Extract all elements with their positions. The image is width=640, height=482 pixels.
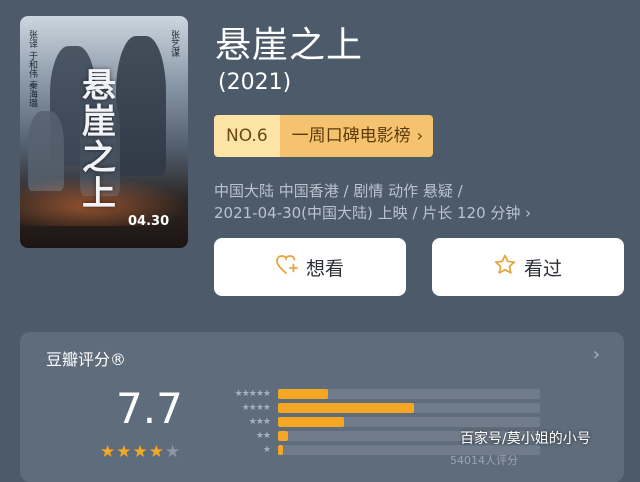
chevron-right-icon[interactable]: › (593, 344, 600, 365)
rank-number: NO.6 (214, 115, 280, 157)
star-empty-icon: ★ (165, 442, 182, 462)
ranking-badge[interactable]: NO.6 一周口碑电影榜 › (214, 115, 434, 157)
poster-release-date: 04.30 (128, 214, 170, 229)
watched-label: 看过 (523, 257, 562, 280)
rank-list-link[interactable]: 一周口碑电影榜 › (279, 115, 434, 157)
poster-cast-right: 张艺谋 (169, 30, 179, 57)
three-star-bar (278, 417, 540, 427)
movie-year: (2021) (218, 70, 292, 95)
movie-meta-info[interactable]: 中国大陆 中国香港 / 剧情 动作 悬疑 / 2021-04-30(中国大陆) … (214, 180, 531, 224)
movie-title: 悬崖之上 (215, 25, 364, 66)
star-filled-icon: ★ (132, 442, 149, 462)
heart-plus-icon (276, 254, 298, 280)
rating-count: 54014人评分 (450, 454, 518, 467)
star-filled-icon: ★ (148, 442, 165, 462)
want-to-watch-button[interactable]: 想看 (214, 238, 406, 296)
three-star-bar-fill (278, 417, 344, 427)
four-star-bar (278, 403, 540, 413)
rating-header: 豆瓣评分® (46, 350, 127, 369)
poster-figure (116, 36, 166, 176)
four-star-label: ★★★★ (241, 403, 271, 413)
two-star-bar-fill (278, 431, 289, 441)
rating-stars: ★★★★★ (100, 442, 181, 462)
meta-release-runtime: 2021-04-30(中国大陆) 上映 / 片长 120 分钟 › (214, 204, 532, 222)
poster-cast-left: 张译 于和伟 秦海璐 (27, 30, 37, 108)
chevron-right-icon: › (416, 126, 424, 145)
four-star-bar-fill (278, 403, 415, 413)
star-filled-icon: ★ (116, 442, 133, 462)
five-star-bar-fill (278, 389, 328, 399)
five-star-bar (278, 389, 540, 399)
one-star-label: ★ (262, 445, 271, 455)
star-icon (494, 254, 516, 280)
poster-title-art: 悬崖之上 (82, 66, 116, 214)
watched-button[interactable]: 看过 (432, 238, 624, 296)
rank-list-label: 一周口碑电影榜 (291, 126, 411, 146)
watermark: 百家号/莫小姐的小号 (460, 431, 591, 447)
two-star-label: ★★ (255, 431, 271, 441)
rating-score: 7.7 (116, 384, 183, 433)
movie-poster[interactable]: 张译 于和伟 秦海璐 张艺谋 悬崖之上 04.30 (20, 16, 188, 248)
five-star-label: ★★★★★ (234, 389, 271, 399)
star-filled-icon: ★ (100, 442, 117, 462)
one-star-bar-fill (278, 445, 284, 455)
want-to-watch-label: 想看 (305, 257, 344, 280)
douban-rating-panel[interactable]: 豆瓣评分® › 7.7 ★★★★★ ★★★★★ ★★★★ ★★★ ★★ ★ 54… (20, 332, 624, 482)
meta-region-genre: 中国大陆 中国香港 / 剧情 动作 悬疑 / (214, 182, 463, 200)
three-star-label: ★★★ (248, 417, 271, 427)
